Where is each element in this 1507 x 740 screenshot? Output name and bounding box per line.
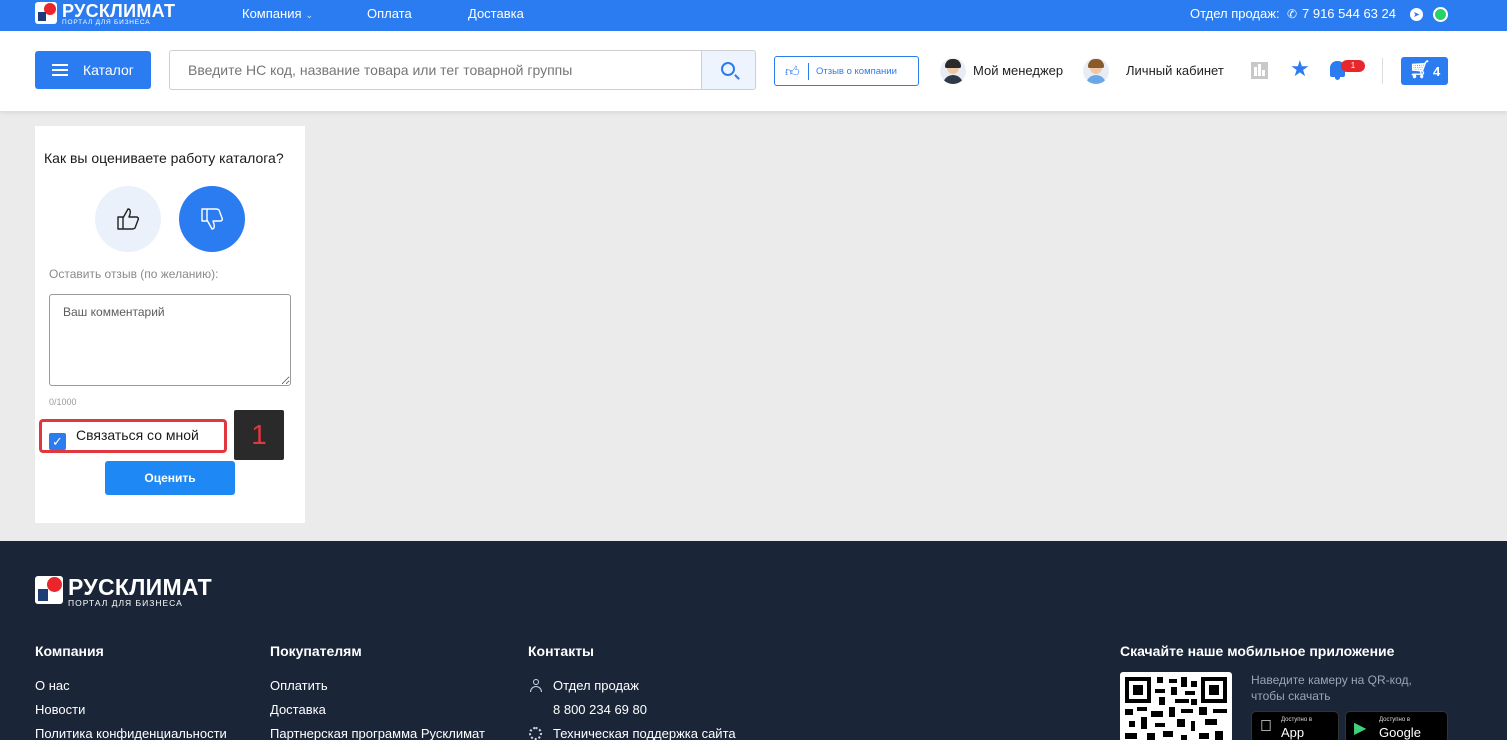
footer-support-link[interactable]: Техническая поддержка сайта xyxy=(553,726,736,740)
my-manager-link[interactable]: Мой менеджер xyxy=(973,63,1063,78)
like-button[interactable] xyxy=(95,186,161,252)
company-review-button[interactable]: 👍︎ Отзыв о компании xyxy=(774,56,919,86)
cart-icon: 🛒︎ xyxy=(1409,60,1431,79)
app-store-button[interactable]:  Доступно в App Store xyxy=(1251,711,1339,740)
logo-name: РУСКЛИМАТ xyxy=(68,574,213,600)
comment-field[interactable] xyxy=(49,294,291,386)
logo[interactable]: РУСКЛИМАТ ПОРТАЛ ДЛЯ БИЗНЕСА xyxy=(35,2,175,27)
catalog-button[interactable]: Каталог xyxy=(35,51,151,89)
footer-buyers-title: Покупателям xyxy=(270,643,362,659)
apple-icon:  xyxy=(1260,718,1272,736)
compare-chart-icon[interactable] xyxy=(1251,62,1268,79)
footer-link-privacy[interactable]: Политика конфиденциальности xyxy=(35,726,227,740)
cart-button[interactable]: 🛒︎ 4 xyxy=(1401,57,1448,85)
person-icon xyxy=(530,679,542,692)
footer-contacts-title: Контакты xyxy=(528,643,595,659)
notifications-badge: 1 xyxy=(1341,60,1365,72)
footer-logo[interactable]: РУСКЛИМАТ ПОРТАЛ ДЛЯ БИЗНЕСА xyxy=(35,576,212,608)
logo-mark xyxy=(35,2,57,24)
footer-link-partner[interactable]: Партнерская программа Русклимат xyxy=(270,726,485,740)
logo-name: РУСКЛИМАТ xyxy=(62,1,176,21)
thumb-up-icon: 👍︎ xyxy=(785,63,800,79)
logo-subtitle: ПОРТАЛ ДЛЯ БИЗНЕСА xyxy=(68,598,183,608)
footer-link-news[interactable]: Новости xyxy=(35,702,85,717)
check-icon: ✓ xyxy=(52,434,63,449)
sales-phone-link[interactable]: 7 916 544 63 24 xyxy=(1302,6,1396,21)
footer-company-title: Компания xyxy=(35,643,104,659)
divider xyxy=(1382,58,1383,84)
contact-me-checkbox[interactable]: ✓ xyxy=(49,433,66,450)
user-avatar[interactable] xyxy=(1083,58,1109,84)
catalog-feedback-card: Как вы оцениваете работу каталога? Остав… xyxy=(35,126,305,523)
feedback-title: Как вы оцениваете работу каталога? xyxy=(44,150,284,166)
telegram-icon[interactable]: ➤ xyxy=(1410,8,1423,21)
footer: РУСКЛИМАТ ПОРТАЛ ДЛЯ БИЗНЕСА Компания О … xyxy=(0,541,1507,740)
search-icon xyxy=(721,62,735,76)
google-play-button[interactable]: ▶ Доступно в Google Play xyxy=(1345,711,1448,740)
qr-hint: Наведите камеру на QR-код, чтобы скачать xyxy=(1251,673,1412,703)
footer-sales-phone[interactable]: 8 800 234 69 80 xyxy=(553,702,647,717)
header: Каталог 👍︎ Отзыв о компании Мой менеджер… xyxy=(0,31,1507,111)
search-button[interactable] xyxy=(701,50,756,90)
gear-icon xyxy=(529,727,542,740)
personal-cabinet-link[interactable]: Личный кабинет xyxy=(1126,63,1224,78)
footer-link-pay[interactable]: Оплатить xyxy=(270,678,328,693)
thumb-up-icon xyxy=(117,208,140,230)
nav-payment[interactable]: Оплата xyxy=(367,6,412,21)
footer-sales-label: Отдел продаж xyxy=(553,678,639,693)
rate-button[interactable]: Оценить xyxy=(105,461,235,495)
footer-link-about[interactable]: О нас xyxy=(35,678,70,693)
thumb-down-icon xyxy=(201,208,224,230)
feedback-hint: Оставить отзыв (по желанию): xyxy=(49,267,219,281)
nav-company[interactable]: Компания ⌄ xyxy=(242,6,313,21)
manager-avatar[interactable] xyxy=(940,58,966,84)
footer-link-delivery[interactable]: Доставка xyxy=(270,702,326,717)
google-play-icon: ▶ xyxy=(1354,720,1367,737)
nav-delivery[interactable]: Доставка xyxy=(468,6,524,21)
search-input[interactable] xyxy=(169,50,702,90)
top-bar: РУСКЛИМАТ ПОРТАЛ ДЛЯ БИЗНЕСА Компания ⌄ О… xyxy=(0,0,1507,31)
menu-icon xyxy=(52,64,68,76)
dislike-button[interactable] xyxy=(179,186,245,252)
phone-icon: ✆ xyxy=(1287,7,1298,21)
annotation-marker: 1 xyxy=(234,410,284,460)
chevron-down-icon: ⌄ xyxy=(305,10,314,20)
footer-app-title: Скачайте наше мобильное приложение xyxy=(1120,643,1395,659)
logo-mark xyxy=(35,576,63,604)
qr-code xyxy=(1120,672,1232,740)
sales-label: Отдел продаж: xyxy=(1190,6,1280,21)
whatsapp-icon[interactable] xyxy=(1433,7,1448,22)
favorites-star-icon[interactable]: ★ xyxy=(1290,58,1310,80)
contact-me-label[interactable]: Связаться со мной xyxy=(76,427,199,443)
char-counter: 0/1000 xyxy=(49,397,77,407)
cart-count: 4 xyxy=(1433,64,1441,79)
